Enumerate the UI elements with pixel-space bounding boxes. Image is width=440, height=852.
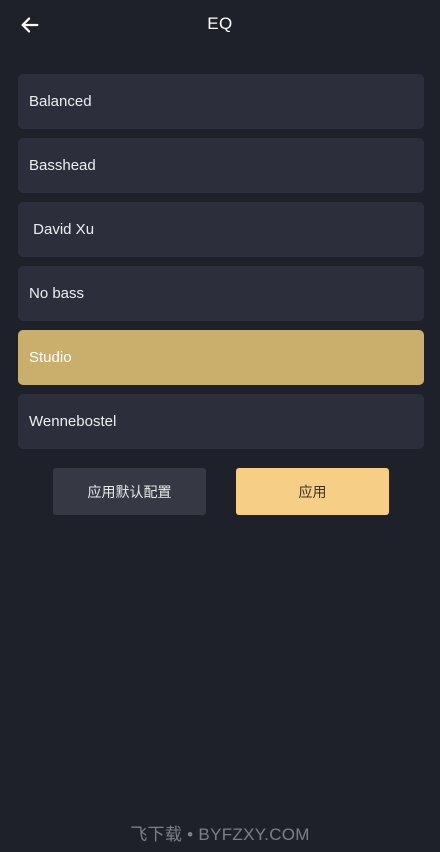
preset-item-studio[interactable]: Studio (18, 330, 424, 385)
preset-item-david-xu[interactable]: David Xu (18, 202, 424, 257)
preset-item-wennebostel[interactable]: Wennebostel (18, 394, 424, 449)
preset-label: Basshead (29, 157, 96, 174)
preset-list: Balanced Basshead David Xu No bass Studi… (18, 74, 424, 458)
preset-item-basshead[interactable]: Basshead (18, 138, 424, 193)
preset-label: Wennebostel (29, 413, 117, 430)
page-title: EQ (207, 14, 233, 33)
apply-default-config-button[interactable]: 应用默认配置 (53, 468, 206, 515)
apply-button[interactable]: 应用 (236, 468, 389, 515)
preset-item-balanced[interactable]: Balanced (18, 74, 424, 129)
preset-label: No bass (29, 285, 85, 302)
preset-label: David Xu (29, 221, 95, 238)
preset-label: Studio (29, 349, 72, 366)
preset-label: Balanced (29, 93, 92, 110)
watermark: 飞下载 • BYFZXY.COM (130, 825, 310, 844)
header: EQ (0, 0, 440, 50)
preset-item-no-bass[interactable]: No bass (18, 266, 424, 321)
